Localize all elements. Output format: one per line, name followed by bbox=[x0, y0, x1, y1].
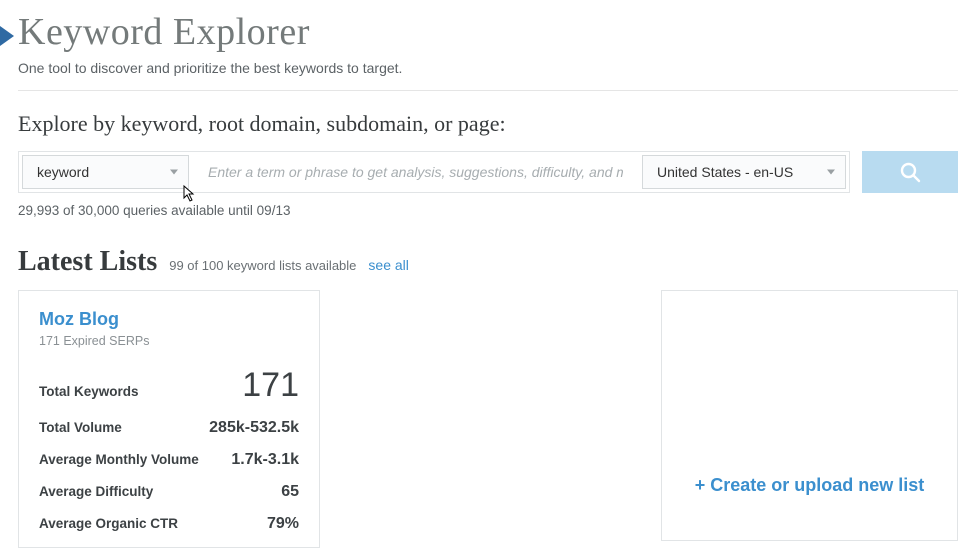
stat-row: Total Volume 285k-532.5k bbox=[39, 419, 299, 437]
search-button[interactable] bbox=[862, 151, 958, 193]
page-subtitle: One tool to discover and prioritize the … bbox=[18, 60, 958, 91]
locale-select-value: United States - en-US bbox=[657, 164, 793, 180]
quota-text: 29,993 of 30,000 queries available until… bbox=[18, 203, 958, 218]
search-box-outer: keyword United States - en-US bbox=[18, 151, 850, 193]
stat-label: Average Monthly Volume bbox=[39, 452, 199, 467]
caret-down-icon bbox=[170, 170, 178, 175]
stat-row: Average Organic CTR 79% bbox=[39, 515, 299, 533]
latest-lists-heading: Latest Lists bbox=[18, 246, 157, 278]
stat-value: 285k-532.5k bbox=[209, 419, 299, 437]
stat-value: 65 bbox=[281, 483, 299, 501]
lists-available-text: 99 of 100 keyword lists available bbox=[169, 258, 356, 273]
search-input[interactable] bbox=[192, 152, 639, 192]
stat-label: Total Keywords bbox=[39, 384, 139, 399]
list-card-subtitle: 171 Expired SERPs bbox=[39, 334, 299, 348]
caret-down-icon bbox=[827, 170, 835, 175]
stat-row: Total Keywords 171 bbox=[39, 366, 299, 405]
page-title: Keyword Explorer bbox=[18, 10, 958, 54]
search-row: keyword United States - en-US bbox=[18, 151, 958, 193]
stat-value: 1.7k-3.1k bbox=[231, 451, 299, 469]
create-list-card[interactable]: + Create or upload new list bbox=[661, 290, 958, 541]
locale-select[interactable]: United States - en-US bbox=[642, 155, 846, 189]
search-type-select-value: keyword bbox=[37, 164, 89, 180]
stat-label: Average Organic CTR bbox=[39, 516, 178, 531]
keyword-list-card[interactable]: Moz Blog 171 Expired SERPs Total Keyword… bbox=[18, 290, 320, 548]
stat-row: Average Monthly Volume 1.7k-3.1k bbox=[39, 451, 299, 469]
stat-label: Total Volume bbox=[39, 420, 122, 435]
see-all-link[interactable]: see all bbox=[368, 257, 408, 273]
chevron-right-icon bbox=[0, 26, 14, 46]
explore-heading: Explore by keyword, root domain, subdoma… bbox=[18, 111, 958, 137]
stat-value: 79% bbox=[267, 515, 299, 533]
search-icon bbox=[898, 160, 922, 184]
search-type-select[interactable]: keyword bbox=[22, 155, 189, 189]
stat-row: Average Difficulty 65 bbox=[39, 483, 299, 501]
list-card-title: Moz Blog bbox=[39, 309, 299, 330]
stat-label: Average Difficulty bbox=[39, 484, 153, 499]
create-list-label: + Create or upload new list bbox=[695, 475, 925, 496]
stat-value: 171 bbox=[242, 366, 299, 405]
